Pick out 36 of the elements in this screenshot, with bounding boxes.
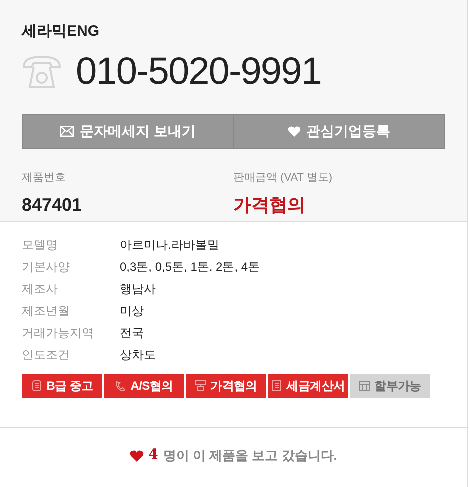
view-count: 4 [148,446,158,465]
spec-value: 행남사 [120,281,156,298]
spec-value: 전국 [120,325,144,342]
spec-label: 제조사 [22,281,59,298]
feature-badge: A/S협의 [104,374,184,398]
spec-label: 제조년월 [22,303,71,320]
spec-label: 모델명 [22,237,59,254]
heart-icon [130,450,144,462]
feature-badge: 가격협의 [186,374,266,398]
spec-value: 미상 [120,303,144,320]
field-label: 제품번호 [22,171,67,186]
tag-icon [194,380,207,392]
favorite-button[interactable]: 관심기업등록 [234,114,445,149]
telephone-icon [22,55,62,89]
phone-icon [114,380,127,392]
heart-icon [288,126,300,137]
spec-label: 기본사양 [22,259,71,276]
message-button[interactable]: 문자메세지 보내기 [22,114,234,149]
spec-value: 상차도 [120,347,156,364]
spec-value: 0,3톤, 0,5톤, 1톤. 2톤, 4톤 [120,259,260,276]
company-name: 세라믹ENG [22,22,101,42]
spec-value: 아르미나.라바볼밀 [120,237,220,254]
phone-number: 010-5020-9991 [76,53,322,91]
spec-label: 거래가능지역 [22,325,95,342]
feature-badge: 할부가능 [350,374,430,398]
envelope-icon [60,126,74,137]
price-value: 가격협의 [234,194,306,217]
view-message: 명이 이 제품을 보고 갔습니다. [163,446,338,465]
feature-badge: B급 중고 [22,374,102,398]
feature-badge: 세금계산서 [268,374,348,398]
document-icon [30,380,43,392]
spec-label: 인도조건 [22,347,71,364]
field-label: 판매금액 (VAT 별도) [234,171,334,186]
product-number: 847401 [22,194,84,217]
calendar-icon [358,380,371,392]
document-icon [270,380,283,392]
